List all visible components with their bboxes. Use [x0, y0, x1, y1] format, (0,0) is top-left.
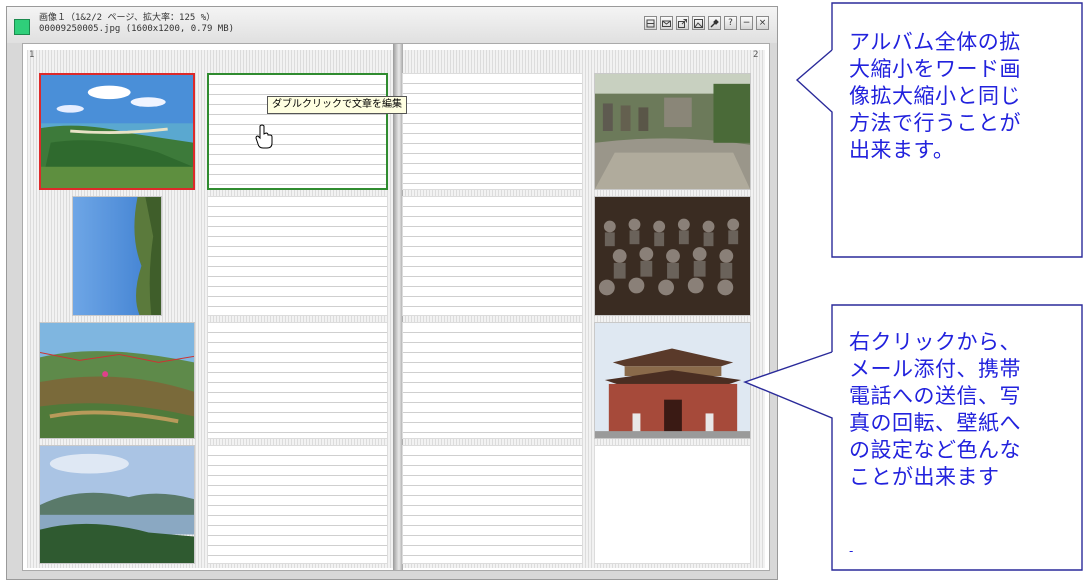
title-toolbar: ? − × [644, 16, 769, 30]
callout-right-click-info: 右クリックから、 メール添付、携帯 電話への送信、写 真の回転、壁紙へ の設定な… [849, 330, 1021, 489]
text-note-selected[interactable] [207, 73, 388, 190]
photo-bay-landscape[interactable] [39, 445, 195, 564]
photo-coast-aerial[interactable] [39, 73, 195, 190]
mail-icon[interactable] [660, 16, 673, 30]
text-note[interactable] [402, 445, 583, 564]
close-icon[interactable]: × [756, 16, 769, 30]
text-note[interactable] [402, 196, 583, 316]
window-title: 画像１（1&2/2 ページ、拡大率：125 %） [39, 13, 216, 23]
pin-icon[interactable] [708, 16, 721, 30]
photo-chinese-gate[interactable] [594, 322, 751, 439]
minimize-icon[interactable]: − [740, 16, 753, 30]
edit-tooltip: ダブルクリックで文章を編集 [267, 96, 407, 114]
image-icon[interactable] [692, 16, 705, 30]
photo-hillside-flags[interactable] [39, 322, 195, 439]
photo-stone-ruins[interactable] [594, 73, 751, 190]
export-icon[interactable] [676, 16, 689, 30]
empty-photo-slot[interactable] [594, 445, 751, 564]
help-icon[interactable]: ? [724, 16, 737, 30]
app-icon [14, 19, 30, 35]
text-note[interactable] [207, 322, 388, 439]
file-info: 00009250005.jpg (1600x1200, 0.79 MB) [39, 24, 235, 34]
page-number-left: 1 [29, 50, 35, 60]
callout-mark: - [849, 544, 854, 558]
text-note[interactable] [207, 445, 388, 564]
text-note[interactable] [402, 322, 583, 439]
photo-statues[interactable] [594, 196, 751, 316]
text-note[interactable] [207, 196, 388, 316]
text-note[interactable] [402, 73, 583, 190]
callout-zoom-info: アルバム全体の拡 大縮小をワード画 像拡大縮小と同じ 方法で行うことが 出来ます… [849, 30, 1021, 162]
view-icon[interactable] [644, 16, 657, 30]
title-bar[interactable]: 画像１（1&2/2 ページ、拡大率：125 %） 00009250005.jpg… [7, 7, 777, 43]
hand-cursor-icon [255, 124, 273, 149]
page-number-right: 2 [753, 50, 759, 60]
photo-sky-rotated[interactable] [72, 196, 162, 316]
